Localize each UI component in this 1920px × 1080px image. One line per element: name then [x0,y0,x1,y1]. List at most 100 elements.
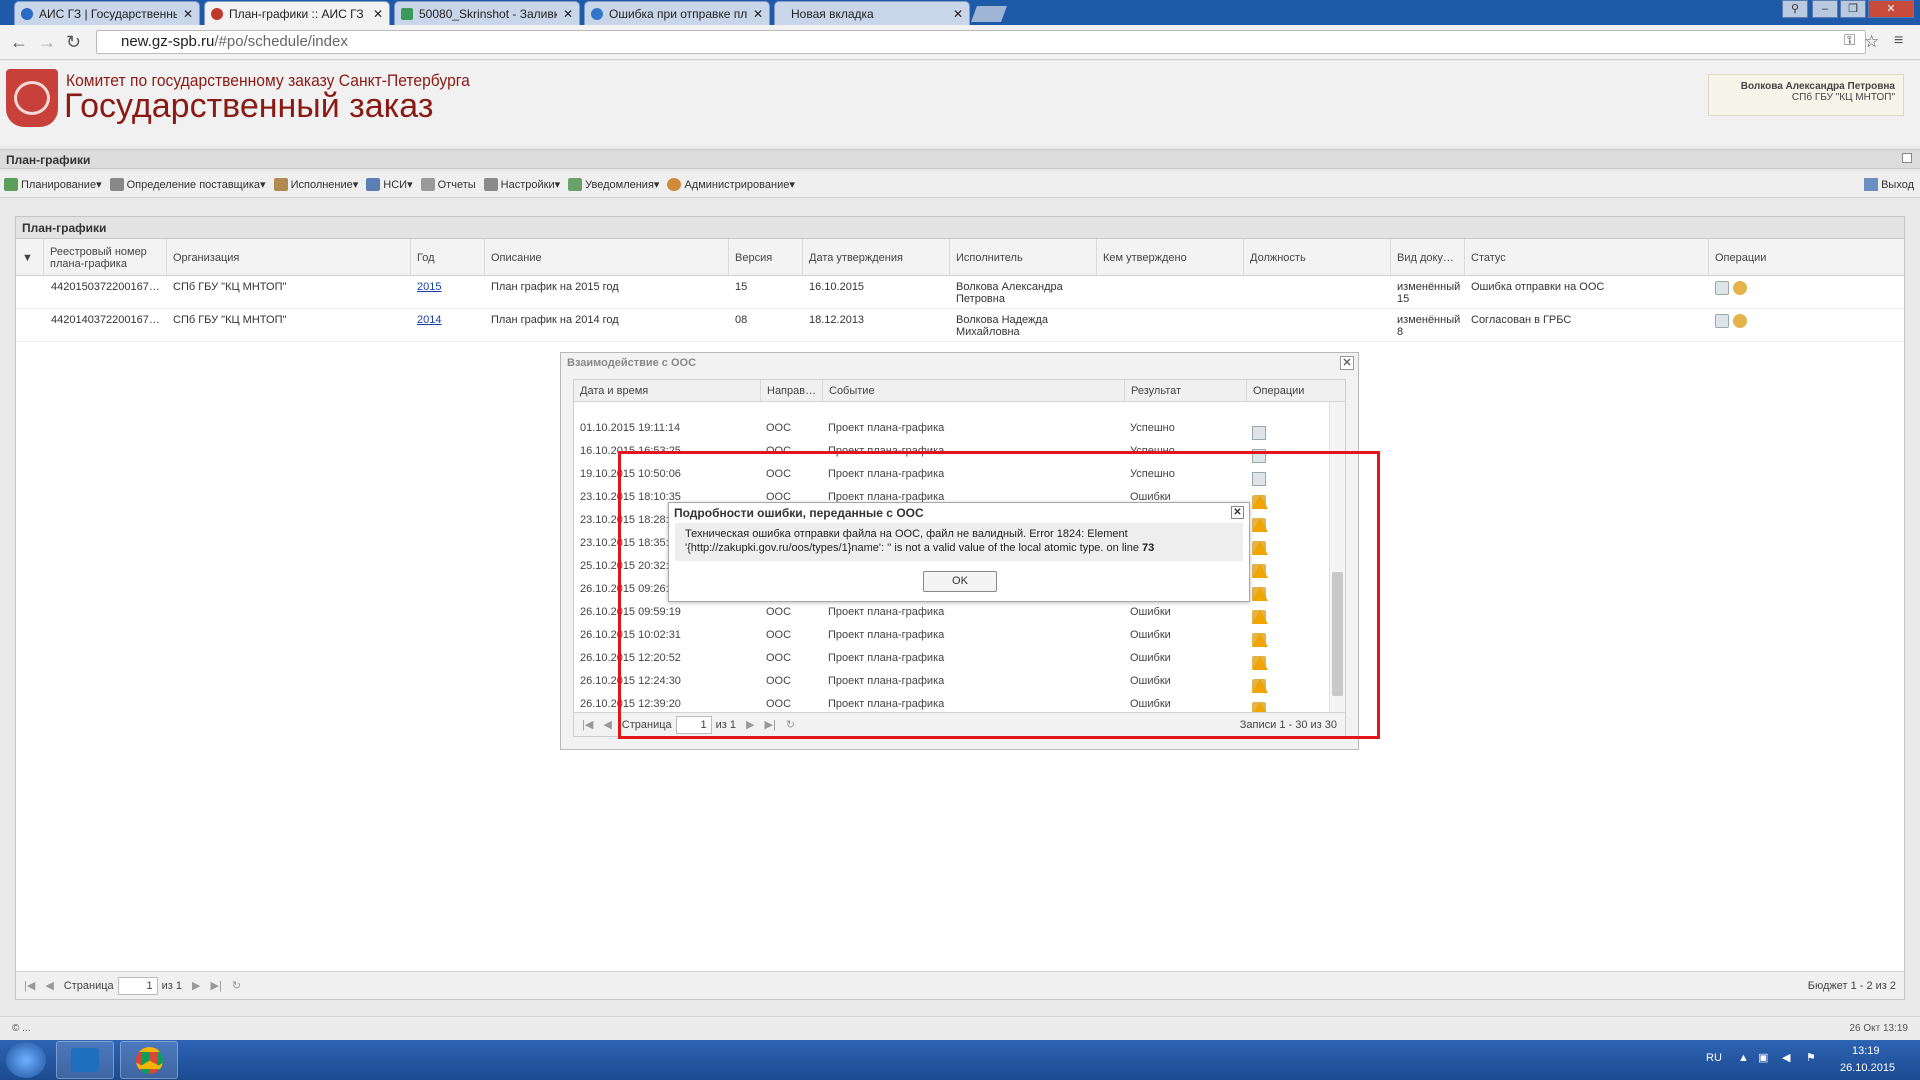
user-icon[interactable]: ⚲ [1782,0,1808,18]
minimize-button[interactable]: – [1812,0,1838,18]
year-link[interactable]: 2015 [417,281,441,293]
error-line-number: 73 [1142,542,1155,554]
menu-supplier[interactable]: Определение поставщика ▾ [109,178,266,191]
col-header[interactable]: Дата утверждения [802,239,949,276]
close-icon[interactable]: ✕ [1340,356,1354,370]
user-name: Волкова Александра Петровна [1740,81,1895,92]
next-page-icon[interactable]: ▶ [192,979,200,992]
browser-toolbar: ← → ↻ new.gz-spb.ru/#po/schedule/index ⚿… [0,25,1920,60]
col-header[interactable]: Реестровый номер плана-графика [43,239,166,276]
volume-icon[interactable]: ◀ [1782,1051,1790,1064]
wrench-icon [483,178,498,191]
page-input[interactable]: 1 [117,976,158,995]
close-window-button[interactable]: ✕ [1868,0,1914,18]
maximize-button[interactable]: ❐ [1840,0,1866,18]
site-icon [211,7,223,20]
col-header[interactable]: Версия [728,239,802,276]
close-tab-icon[interactable]: ✕ [563,7,573,21]
close-icon[interactable]: ✕ [1231,506,1244,519]
key-icon[interactable]: ⚿ [1844,32,1855,49]
exit-button[interactable]: Выход [1864,178,1914,191]
back-icon[interactable]: ← [10,32,28,53]
tray-expand-icon[interactable]: ▲ [1738,1052,1749,1064]
error-dialog: Подробности ошибки, переданные с ООС ✕ Те… [668,502,1250,602]
globe-icon [591,7,603,20]
document-icon[interactable] [1715,314,1729,328]
star-icon[interactable]: ☆ [1864,32,1879,52]
oos-window-title: Взаимодействие с ООС ✕ [561,353,1358,375]
close-tab-icon[interactable]: ✕ [753,7,763,21]
status-line: © ... 26 Окт 13:19 [0,1016,1920,1040]
site-name: Государственный заказ [64,87,434,125]
user-icon [667,178,682,191]
coat-of-arms-logo [6,69,58,127]
col-header[interactable]: Кем утверждено [1096,239,1243,276]
user-org: СПб ГБУ "КЦ МНТОП" [1791,92,1895,103]
col-header[interactable]: Описание [484,239,728,276]
reload-icon[interactable]: ↻ [66,32,81,53]
close-tab-icon[interactable]: ✕ [183,7,193,21]
chrome-icon[interactable] [120,1041,178,1079]
emblem-icon[interactable] [1733,281,1747,295]
browser-tab[interactable]: Ошибка при отправке пл ✕ [584,1,770,25]
menu-admin[interactable]: Администрирование ▾ [667,178,795,191]
browser-tab[interactable]: АИС ГЗ | Государственный ✕ [14,1,200,25]
error-message: Техническая ошибка отправки файла на ООС… [675,523,1243,561]
document-icon[interactable] [1715,281,1729,295]
menu-settings[interactable]: Настройки ▾ [483,178,560,191]
menu-notifications[interactable]: Уведомления ▾ [568,178,659,191]
prev-page-icon[interactable]: ◀ [603,718,611,731]
start-button[interactable] [6,1042,46,1078]
table-row[interactable]: 4420140372200167… СПб ГБУ "КЦ МНТОП" 201… [16,309,1904,342]
menu-reports[interactable]: Отчеты [420,178,476,191]
browser-tab[interactable]: Новая вкладка ✕ [774,1,970,25]
app-header: Комитет по государственному заказу Санкт… [0,61,1920,146]
new-tab-button[interactable] [971,6,1007,22]
site-icon [21,7,33,20]
browser-tabstrip: АИС ГЗ | Государственный ✕ План-графики :… [0,0,1920,25]
table-row[interactable]: 4420150372200167… СПб ГБУ "КЦ МНТОП" 201… [16,276,1904,309]
collapse-icon[interactable] [1902,153,1912,163]
execution-icon [273,178,288,191]
outlook-icon[interactable] [56,1041,114,1079]
col-header[interactable]: Исполнитель [949,239,1096,276]
gear-icon [109,178,124,191]
prev-page-icon[interactable]: ◀ [45,979,53,992]
exit-icon [1864,178,1879,191]
menu-icon[interactable]: ≡ [1894,32,1903,50]
col-header[interactable]: Статус [1464,239,1708,276]
last-page-icon[interactable]: ▶| [211,979,222,992]
pagination-bar: |◀ ◀ Страница 1 из 1 ▶ ▶| ↻ Бюджет 1 - 2… [16,971,1904,999]
filter-icon[interactable]: ▼ [16,239,43,276]
address-bar[interactable]: new.gz-spb.ru/#po/schedule/index [96,30,1866,54]
col-header[interactable]: Год [410,239,484,276]
menu-nsi[interactable]: НСИ ▾ [366,178,413,191]
first-page-icon[interactable]: |◀ [582,718,593,731]
forward-icon[interactable]: → [38,32,56,53]
network-icon[interactable]: ▣ [1758,1051,1768,1064]
panel-title: План-графики [16,217,1904,239]
col-header[interactable]: Вид доку… [1390,239,1464,276]
refresh-icon[interactable]: ↻ [232,979,241,992]
menu-planning[interactable]: Планирование ▾ [4,178,102,191]
browser-tab[interactable]: 50080_Skrinshot - Заливка ✕ [394,1,580,25]
close-tab-icon[interactable]: ✕ [373,7,383,21]
col-header[interactable]: Операции [1708,239,1904,276]
image-icon [401,7,413,20]
col-header[interactable]: Организация [166,239,410,276]
flag-icon[interactable]: ⚑ [1806,1051,1816,1064]
year-link[interactable]: 2014 [417,314,441,326]
oos-table-row[interactable]: 01.10.2015 19:11:14 ООС Проект плана-графи… [574,416,1330,440]
document-icon[interactable] [1252,426,1266,440]
user-box[interactable]: Волкова Александра Петровна СПб ГБУ "КЦ … [1708,74,1904,116]
menu-execution[interactable]: Исполнение ▾ [273,178,358,191]
close-tab-icon[interactable]: ✕ [953,7,963,21]
module-title: План-графики [6,153,91,167]
taskbar: RU ▲ ▣ ◀ ⚑ 13:19 26.10.2015 [0,1040,1920,1080]
col-header[interactable]: Должность [1243,239,1390,276]
ok-button[interactable]: OK [923,571,997,592]
first-page-icon[interactable]: |◀ [24,979,35,992]
records-summary: Бюджет 1 - 2 из 2 [1807,979,1896,992]
emblem-icon[interactable] [1733,314,1747,328]
browser-tab-active[interactable]: План-графики :: АИС ГЗ ✕ [204,1,390,25]
